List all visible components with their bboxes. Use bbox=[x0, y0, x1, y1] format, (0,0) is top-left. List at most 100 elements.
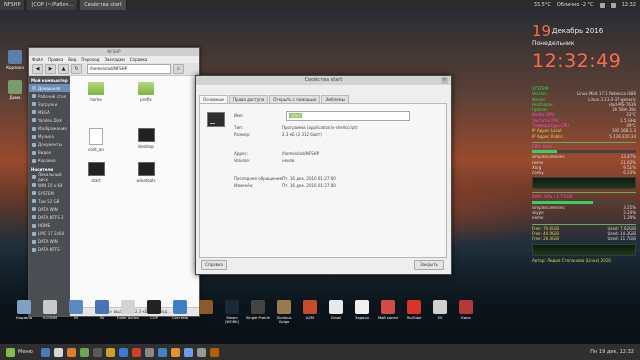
close-icon[interactable]: × bbox=[441, 77, 448, 84]
dock-item[interactable]: Steam (WORK) bbox=[220, 300, 244, 324]
sidebar-item[interactable]: Yandex.Disk bbox=[29, 116, 70, 124]
dock-item[interactable]: Single Prairie bbox=[246, 300, 270, 320]
dock-item[interactable]: COP bbox=[142, 300, 166, 320]
window-title[interactable]: NFSHP bbox=[29, 48, 199, 56]
menu-item[interactable]: Вид bbox=[68, 57, 76, 62]
sidebar-item[interactable]: Домашняя bbox=[29, 84, 70, 93]
dock-item[interactable]: Задачи bbox=[350, 300, 374, 320]
menu-item[interactable]: Переход bbox=[81, 57, 99, 62]
panel-launcher-icon[interactable] bbox=[66, 347, 76, 357]
bottom-clock[interactable]: Пн 19 дек, 12:32 bbox=[590, 349, 634, 355]
conky-key: nemo bbox=[532, 215, 544, 221]
sidebar-item[interactable]: WIN 10 x 64 bbox=[29, 181, 70, 189]
desktop-icon-trash[interactable]: Корзина bbox=[2, 50, 28, 70]
sidebar-item[interactable]: DATA WIN bbox=[29, 205, 70, 213]
app-icon bbox=[17, 300, 31, 314]
panel-launcher-icon[interactable] bbox=[196, 347, 206, 357]
panel-launcher-icon[interactable] bbox=[209, 347, 219, 357]
menu-item[interactable]: Справка bbox=[130, 57, 148, 62]
sidebar-item[interactable]: Видео bbox=[29, 149, 70, 157]
dock-item[interactable]: Fuller Action bbox=[116, 300, 140, 320]
tray-icon[interactable] bbox=[610, 2, 616, 8]
back-icon[interactable]: ◀ bbox=[32, 64, 43, 74]
sidebar-item[interactable]: SYSTEM bbox=[29, 189, 70, 197]
sidebar-item[interactable]: LMC 17.2x64 bbox=[29, 230, 70, 238]
sidebar-item[interactable]: DATA WIN bbox=[29, 238, 70, 246]
menu-button[interactable]: Меню bbox=[0, 344, 39, 360]
close-button[interactable]: Закрыть bbox=[414, 260, 444, 270]
dock-item[interactable]: Кино bbox=[454, 300, 478, 320]
taskbar-button[interactable]: NFSHP bbox=[0, 0, 26, 10]
sidebar-item[interactable]: Музыка bbox=[29, 133, 70, 141]
menu-item[interactable]: Файл bbox=[32, 57, 43, 62]
dock-item[interactable]: YouTube bbox=[402, 300, 426, 320]
dock-item[interactable]: Gmail bbox=[324, 300, 348, 320]
top-clock[interactable]: 12:32 bbox=[622, 2, 636, 8]
file-item[interactable]: home bbox=[79, 82, 113, 102]
panel-launcher-icon[interactable] bbox=[118, 347, 128, 357]
sidebar-item[interactable]: Изображения bbox=[29, 124, 70, 132]
search-icon[interactable]: ⌕ bbox=[173, 64, 184, 74]
sidebar-item-label: LMC 17.2x64 bbox=[38, 231, 65, 237]
menu-item[interactable]: Правка bbox=[48, 57, 63, 62]
sidebar-item[interactable]: MEGA bbox=[29, 108, 70, 116]
dock-item[interactable]: Корзина bbox=[12, 300, 36, 320]
file-item[interactable]: start bbox=[79, 162, 113, 183]
forward-icon[interactable]: ▶ bbox=[45, 64, 56, 74]
dock-item[interactable]: 5V bbox=[428, 300, 452, 320]
conky-key: IP Адрес Public: bbox=[532, 133, 565, 139]
taskbar-button[interactable]: [COP (~/Рабоч... bbox=[27, 0, 79, 10]
file-item[interactable]: winetools bbox=[129, 162, 163, 183]
panel-launcher-icon[interactable] bbox=[79, 347, 89, 357]
name-field[interactable]: start bbox=[286, 111, 410, 121]
file-item[interactable]: desktop bbox=[129, 128, 163, 149]
property-row: Тип: Программа (application/x-shellscript… bbox=[234, 125, 358, 130]
file-manager-window[interactable]: NFSHP Файл Правка Вид Переход Закладки Справк… bbox=[28, 47, 200, 317]
desktop-icon-home[interactable]: Дома bbox=[2, 80, 28, 100]
properties-dialog[interactable]: Свойства start × Основные Права доступа От… bbox=[195, 75, 452, 275]
tab-0[interactable]: Основные bbox=[199, 95, 229, 103]
sidebar-item[interactable]: DATA NTFS bbox=[29, 246, 70, 254]
panel-launcher-icon[interactable] bbox=[157, 347, 167, 357]
panel-launcher-icon[interactable] bbox=[170, 347, 180, 357]
file-item[interactable]: prefix bbox=[129, 82, 163, 102]
location-bar[interactable]: /home/vlad/NFSHP bbox=[87, 64, 171, 74]
dock-item[interactable]: Мой канал bbox=[376, 300, 400, 320]
cpu-temp-indicator[interactable]: 33.5°C bbox=[534, 2, 551, 8]
sidebar-item[interactable]: Документы bbox=[29, 141, 70, 149]
sidebar-item[interactable]: Загрузки bbox=[29, 100, 70, 108]
dock-item[interactable] bbox=[194, 300, 218, 316]
panel-launcher-icon[interactable] bbox=[105, 347, 115, 357]
sidebar-item[interactable]: Корзина bbox=[29, 157, 70, 165]
dock-item[interactable]: КОПИМ bbox=[38, 300, 62, 320]
name-label: Имя: bbox=[234, 113, 244, 118]
tab-2[interactable]: Открыть с помощью bbox=[269, 95, 321, 103]
panel-launcher-icon[interactable] bbox=[53, 347, 63, 357]
dock-item[interactable]: 5V bbox=[64, 300, 88, 320]
taskbar-button[interactable]: Свойства start bbox=[80, 0, 127, 10]
sidebar-item[interactable]: Локальный диск bbox=[29, 172, 70, 182]
tab-1[interactable]: Права доступа bbox=[229, 95, 269, 103]
panel-launcher-icon[interactable] bbox=[92, 347, 102, 357]
dock-item[interactable]: 5V bbox=[90, 300, 114, 320]
panel-launcher-icon[interactable] bbox=[40, 347, 50, 357]
sidebar-item[interactable]: DATA NTFS 2 bbox=[29, 213, 70, 221]
panel-launcher-icon[interactable] bbox=[144, 347, 154, 357]
sidebar-item[interactable]: HOME bbox=[29, 222, 70, 230]
dock-item[interactable]: Система bbox=[168, 300, 192, 320]
sidebar-item[interactable]: Том 52 GB bbox=[29, 197, 70, 205]
menu-item[interactable]: Закладки bbox=[104, 57, 124, 62]
panel-launcher-icon[interactable] bbox=[131, 347, 141, 357]
tray-icon[interactable] bbox=[599, 2, 605, 8]
panel-launcher-icon[interactable] bbox=[183, 347, 193, 357]
dock-item[interactable]: AZM bbox=[298, 300, 322, 320]
file-item[interactable]: cont_an bbox=[79, 128, 113, 152]
help-button[interactable]: Справка bbox=[201, 260, 227, 270]
tab-3[interactable]: Эмблемы bbox=[321, 95, 349, 103]
weather-applet[interactable]: Облачно -2 °C bbox=[557, 2, 594, 8]
sidebar-item[interactable]: Рабочий стол bbox=[29, 92, 70, 100]
dialog-title[interactable]: Свойства start × bbox=[196, 76, 451, 85]
reload-icon[interactable]: ↻ bbox=[71, 64, 82, 74]
dock-item[interactable]: Glorious Golgo bbox=[272, 300, 296, 324]
up-icon[interactable]: ▲ bbox=[58, 64, 69, 74]
